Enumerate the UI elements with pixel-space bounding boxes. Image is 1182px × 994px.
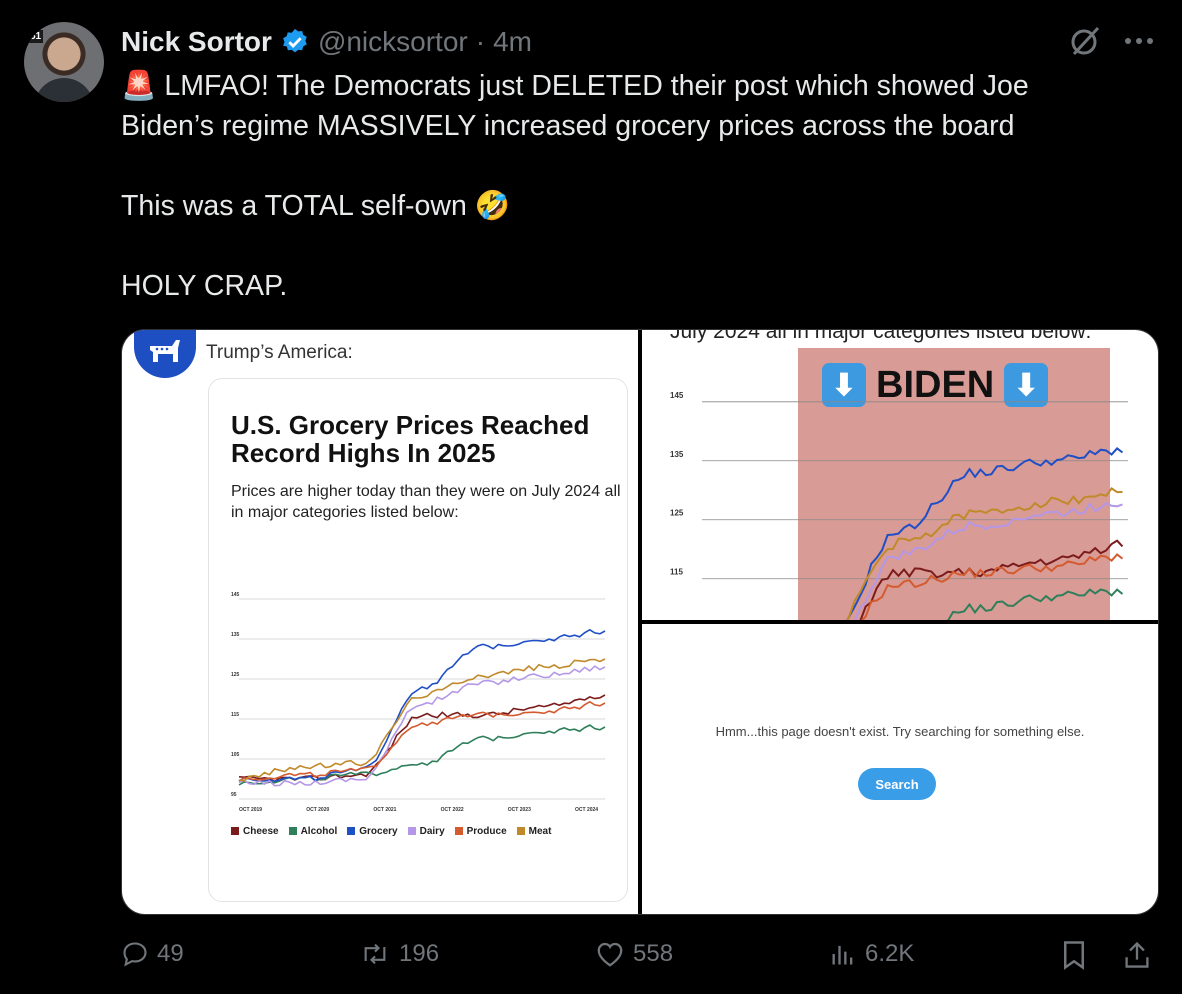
repost-count: 196 bbox=[399, 940, 440, 967]
legend-swatch bbox=[407, 827, 416, 836]
avatar-shirt bbox=[34, 78, 94, 102]
legend-item-alcohol: Alcohol bbox=[288, 826, 338, 837]
bookmark-icon bbox=[1064, 941, 1084, 970]
legend-item-dairy: Dairy bbox=[407, 826, 445, 837]
legend-label: Produce bbox=[466, 826, 507, 837]
series-line-dairy bbox=[238, 665, 606, 787]
verified-badge-icon bbox=[283, 28, 307, 53]
account-label: Trump’s America: bbox=[206, 342, 353, 363]
grok-icon[interactable] bbox=[1068, 24, 1102, 58]
reply-button[interactable]: 49 bbox=[121, 940, 184, 968]
repost-icon bbox=[364, 943, 386, 965]
post-body: 🚨 LMFAO! The Democrats just DELETED thei… bbox=[121, 66, 1151, 306]
media-left-image[interactable]: Trump’s America: U.S. Grocery Prices Rea… bbox=[122, 330, 638, 914]
views-button[interactable]: 6.2K bbox=[829, 940, 914, 968]
like-button[interactable]: 558 bbox=[595, 940, 673, 968]
x-tick-label: OCT 2022 bbox=[441, 807, 464, 813]
author-name[interactable]: Nick Sortor bbox=[121, 26, 272, 58]
post-line-1: 🚨 LMFAO! The Democrats just DELETED thei… bbox=[121, 70, 1029, 102]
repost-button[interactable]: 196 bbox=[359, 940, 439, 968]
y-tick-label: 125 bbox=[670, 509, 684, 518]
y-tick-label: 115 bbox=[670, 568, 683, 577]
legend-swatch bbox=[347, 827, 356, 836]
post-line-2: Biden’s regime MASSIVELY increased groce… bbox=[121, 110, 1015, 142]
legend-item-grocery: Grocery bbox=[347, 826, 398, 837]
legend-swatch bbox=[454, 827, 463, 836]
chart-card: U.S. Grocery Prices Reached Record Highs… bbox=[208, 378, 628, 902]
post-line-4: HOLY CRAP. bbox=[121, 270, 288, 302]
post-top-actions bbox=[1068, 24, 1154, 58]
bookmark-button[interactable] bbox=[1061, 940, 1087, 970]
legend-label: Meat bbox=[528, 826, 552, 837]
post-header: Nick Sortor @nicksortor · 4m bbox=[121, 24, 532, 60]
share-button[interactable] bbox=[1123, 940, 1151, 970]
x-tick-label: OCT 2020 bbox=[306, 807, 329, 813]
heart-icon bbox=[597, 942, 623, 967]
media-bottom-right-image[interactable]: Hmm...this page doesn't exist. Try searc… bbox=[642, 624, 1158, 914]
legend-item-produce: Produce bbox=[454, 826, 507, 837]
share-icon bbox=[1125, 941, 1149, 968]
legend-swatch bbox=[516, 827, 525, 836]
y-tick-label: 145 bbox=[231, 592, 240, 598]
legend-item-cheese: Cheese bbox=[231, 826, 279, 837]
democrats-logo-icon bbox=[134, 330, 196, 378]
legend-label: Cheese bbox=[243, 826, 279, 837]
avatar-logo: 51 bbox=[28, 30, 44, 43]
chart-title: U.S. Grocery Prices Reached Record Highs… bbox=[231, 410, 590, 468]
reply-icon bbox=[123, 942, 147, 967]
y-tick-label: 115 bbox=[231, 712, 239, 718]
reply-count: 49 bbox=[157, 940, 184, 967]
like-count: 558 bbox=[633, 940, 674, 967]
legend-item-meat: Meat bbox=[516, 826, 552, 837]
author-handle[interactable]: @nicksortor bbox=[318, 26, 468, 58]
chart-subtitle: Prices are higher today than they were o… bbox=[231, 483, 621, 521]
media-top-right-image[interactable]: July 2024 all in major categories listed… bbox=[642, 330, 1158, 620]
x-tick-label: OCT 2024 bbox=[575, 807, 598, 813]
views-icon bbox=[832, 945, 853, 965]
x-tick-label: OCT 2023 bbox=[508, 807, 531, 813]
y-tick-label: 135 bbox=[670, 450, 684, 459]
zoom-series-line-produce bbox=[860, 553, 1124, 620]
chart-legend: Cheese Alcohol Grocery Dairy Produce Meat bbox=[231, 826, 551, 837]
view-count: 6.2K bbox=[865, 940, 915, 967]
search-button[interactable]: Search bbox=[858, 768, 936, 800]
y-tick-label: 105 bbox=[231, 752, 240, 758]
post-time[interactable]: 4m bbox=[493, 26, 532, 58]
legend-swatch bbox=[288, 827, 297, 836]
price-chart: 145 135 125 115 105 95 OCT 2019 OCT 2020 OCT 202… bbox=[231, 592, 606, 813]
post-media-grid[interactable]: Trump’s America: U.S. Grocery Prices Rea… bbox=[121, 329, 1159, 915]
y-tick-label: 145 bbox=[670, 391, 684, 400]
not-found-message: Hmm...this page doesn't exist. Try searc… bbox=[715, 724, 1085, 739]
y-tick-label: 95 bbox=[231, 792, 237, 798]
post-actions: 49 196 558 6.2K bbox=[121, 940, 1157, 980]
legend-label: Alcohol bbox=[300, 826, 338, 837]
y-tick-label: 125 bbox=[231, 672, 240, 678]
zoom-series-line-dairy bbox=[853, 501, 1123, 620]
y-tick-label: 135 bbox=[231, 632, 240, 638]
more-options-icon[interactable] bbox=[1124, 37, 1154, 45]
meta-separator: · bbox=[475, 26, 486, 57]
x-tick-label: OCT 2021 bbox=[373, 807, 396, 813]
legend-swatch bbox=[231, 827, 239, 836]
x-tick-label: OCT 2019 bbox=[239, 807, 262, 813]
post-line-3: This was a TOTAL self-own 🤣 bbox=[121, 190, 511, 222]
avatar[interactable]: 51 bbox=[24, 22, 104, 102]
zoomed-chart: 145 135 125 115 bbox=[670, 391, 1128, 620]
legend-label: Grocery bbox=[359, 826, 398, 837]
legend-label: Dairy bbox=[419, 826, 445, 837]
